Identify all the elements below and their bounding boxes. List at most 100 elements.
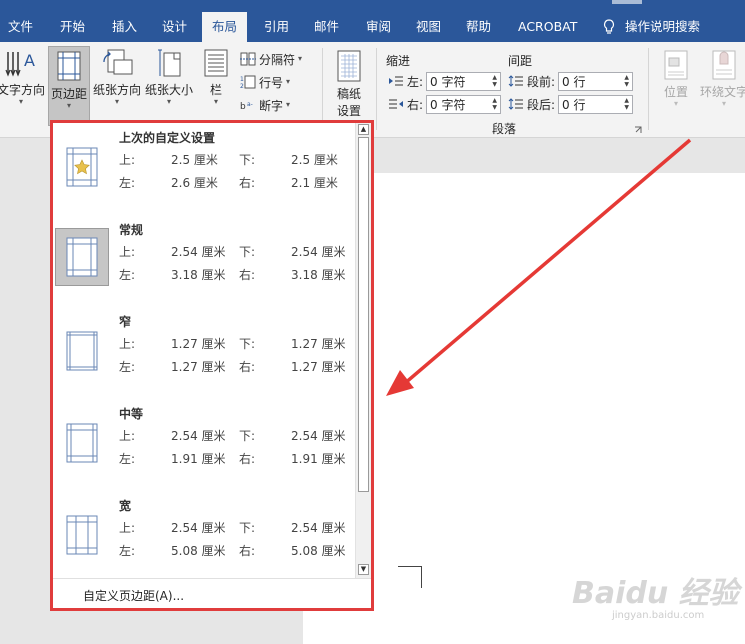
margin-thumbnail — [55, 138, 109, 196]
bottom-label: 下: — [239, 245, 256, 259]
draft-paper-button[interactable]: 稿纸 设置 — [328, 50, 370, 119]
tab-view[interactable]: 视图 — [410, 12, 447, 42]
scroll-down-icon[interactable]: ▼ — [358, 564, 369, 575]
tab-design[interactable]: 设计 — [156, 12, 193, 42]
spinner-arrows-icon[interactable]: ▲ ▼ — [492, 74, 497, 88]
margin-preset-moderate[interactable]: 中等 上: 2.54 厘米 下: 2.54 厘米 左: 1.91 厘米 右: 1… — [53, 399, 353, 491]
lightbulb-icon — [603, 19, 615, 34]
bottom-label: 下: — [239, 153, 256, 167]
group-divider — [322, 48, 323, 130]
title-bar-fragment — [612, 0, 642, 4]
spacing-after-spinner[interactable]: 0 行 ▲ ▼ — [558, 94, 634, 114]
top-value: 2.5 厘米 — [171, 153, 218, 167]
custom-margins-label: 自定义页边距(A)... — [83, 589, 185, 603]
breaks-label: 分隔符 — [259, 52, 296, 67]
margin-thumbnail — [55, 322, 109, 380]
margin-preset-wide[interactable]: 宽 上: 2.54 厘米 下: 2.54 厘米 左: 5.08 厘米 右: 5.… — [53, 491, 353, 583]
gallery-scrollbar[interactable]: ▲ ▼ — [355, 123, 371, 578]
right-label: 右: — [239, 452, 256, 466]
spacing-after-value: 0 行 — [562, 97, 586, 112]
top-label: 上: — [119, 245, 136, 259]
left-label: 左: — [119, 268, 136, 282]
chevron-down-icon: ▾ — [298, 54, 303, 63]
margin-thumbnail-selected — [55, 228, 109, 286]
line-numbers-button[interactable]: 12 行号 ▾ — [240, 73, 290, 91]
columns-button[interactable]: 栏 ▾ — [198, 48, 234, 106]
group-divider — [376, 48, 377, 130]
bottom-value: 2.54 厘米 — [291, 521, 346, 535]
tab-insert[interactable]: 插入 — [106, 12, 143, 42]
left-value: 1.91 厘米 — [171, 452, 226, 466]
size-label: 纸张大小 — [144, 83, 193, 97]
indent-left-label: 左: — [407, 74, 424, 89]
bottom-label: 下: — [239, 337, 256, 351]
top-value: 2.54 厘米 — [171, 521, 226, 535]
chevron-down-icon: ▾ — [213, 97, 218, 106]
right-value: 2.1 厘米 — [291, 176, 338, 190]
margins-icon — [57, 51, 81, 81]
spacing-before-row: 段前: 0 行 ▲ ▼ — [508, 71, 634, 91]
columns-label: 栏 — [209, 83, 222, 97]
tab-home[interactable]: 开始 — [54, 12, 91, 42]
text-direction-button[interactable]: A 文字方向 ▾ — [0, 48, 46, 106]
margin-preset-last-custom[interactable]: 上次的自定义设置 上: 2.5 厘米 下: 2.5 厘米 左: 2.6 厘米 右… — [53, 123, 353, 215]
margin-thumbnail — [55, 414, 109, 472]
size-button[interactable]: 纸张大小 ▾ — [144, 48, 194, 106]
orientation-button[interactable]: 纸张方向 ▾ — [92, 48, 142, 106]
top-label: 上: — [119, 521, 136, 535]
left-value: 3.18 厘米 — [171, 268, 226, 282]
right-label: 右: — [239, 360, 256, 374]
margins-dropdown: 上次的自定义设置 上: 2.5 厘米 下: 2.5 厘米 左: 2.6 厘米 右… — [50, 120, 374, 611]
breaks-icon — [240, 52, 256, 66]
wrap-text-button[interactable]: 环绕文字 ▾ — [698, 50, 745, 108]
orientation-icon — [103, 49, 133, 75]
spinner-arrows-icon[interactable]: ▲ ▼ — [624, 97, 629, 111]
custom-margins-item[interactable]: 自定义页边距(A)... — [53, 578, 371, 608]
right-label: 右: — [239, 176, 256, 190]
paper-size-icon — [158, 49, 181, 77]
tab-references[interactable]: 引用 — [258, 12, 295, 42]
spacing-before-spinner[interactable]: 0 行 ▲ ▼ — [558, 71, 634, 91]
chevron-down-icon: ▾ — [286, 100, 291, 109]
chevron-down-icon: ▾ — [721, 99, 726, 108]
indent-left-row: 左: 0 字符 ▲ ▼ — [388, 71, 502, 91]
dialog-launcher-icon[interactable] — [634, 126, 642, 134]
indent-right-spinner[interactable]: 0 字符 ▲ ▼ — [426, 94, 502, 114]
margins-button[interactable]: 页边距 ▾ — [48, 46, 90, 126]
hyphenation-button[interactable]: b a- 断字 ▾ — [240, 96, 290, 114]
tab-help[interactable]: 帮助 — [460, 12, 497, 42]
narrow-margin-icon — [66, 331, 98, 371]
tab-review[interactable]: 审阅 — [360, 12, 397, 42]
orientation-label: 纸张方向 — [92, 83, 141, 97]
paragraph-group-label: 段落 — [492, 122, 517, 136]
margin-preset-narrow[interactable]: 窄 上: 1.27 厘米 下: 1.27 厘米 左: 1.27 厘米 右: 1.… — [53, 307, 353, 399]
spacing-after-icon — [508, 98, 523, 110]
moderate-margin-icon — [66, 423, 98, 463]
tab-mailings[interactable]: 邮件 — [308, 12, 345, 42]
bottom-value: 2.54 厘米 — [291, 245, 346, 259]
spinner-arrows-icon[interactable]: ▲ ▼ — [624, 74, 629, 88]
bottom-label: 下: — [239, 429, 256, 443]
tell-me-box[interactable]: 操作说明搜索 — [603, 12, 700, 42]
margin-preset-normal[interactable]: 常规 上: 2.54 厘米 下: 2.54 厘米 左: 3.18 厘米 右: 3… — [53, 215, 353, 307]
wrap-text-icon — [712, 50, 736, 80]
scroll-up-icon[interactable]: ▲ — [358, 124, 369, 135]
spacing-after-row: 段后: 0 行 ▲ ▼ — [508, 94, 634, 114]
svg-text:b: b — [240, 102, 246, 112]
scrollbar-thumb[interactable] — [358, 137, 369, 492]
top-value: 1.27 厘米 — [171, 337, 226, 351]
draft-label-line1: 稿纸 — [336, 87, 361, 101]
spinner-arrows-icon[interactable]: ▲ ▼ — [492, 97, 497, 111]
left-value: 2.6 厘米 — [171, 176, 218, 190]
hyphenation-icon: b a- — [240, 101, 253, 112]
tab-acrobat[interactable]: ACROBAT — [512, 12, 583, 42]
indent-right-value: 0 字符 — [430, 97, 466, 112]
breaks-button[interactable]: 分隔符 ▾ — [240, 50, 302, 68]
tab-layout[interactable]: 布局 — [202, 12, 248, 42]
indent-left-spinner[interactable]: 0 字符 ▲ ▼ — [426, 71, 502, 91]
position-button[interactable]: 位置 ▾ — [656, 50, 696, 108]
chevron-down-icon: ▾ — [673, 99, 678, 108]
normal-margin-icon — [66, 237, 98, 277]
right-label: 右: — [239, 544, 256, 558]
tab-file[interactable]: 文件 — [2, 12, 39, 42]
